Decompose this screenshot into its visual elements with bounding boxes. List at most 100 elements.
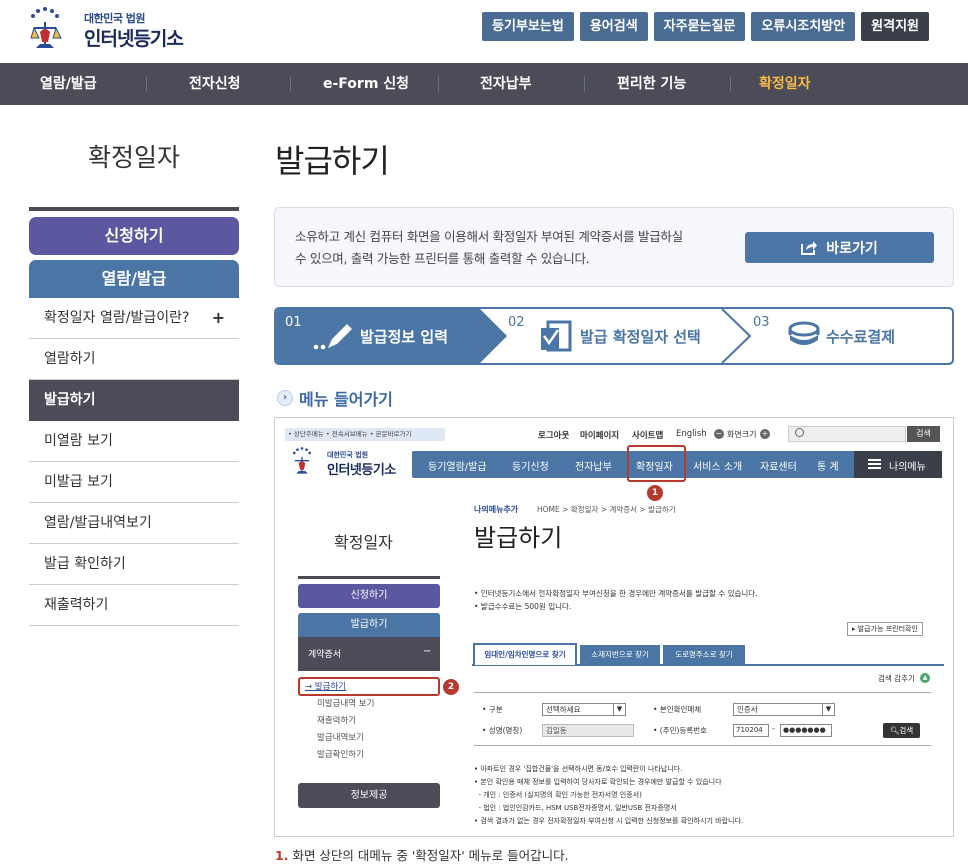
mini-form-label: • 구분: [482, 705, 503, 714]
gnb-item-e-payment[interactable]: 전자납부: [480, 63, 532, 105]
info-box: 소유하고 계신 컴퓨터 화면을 이용해서 확정일자 부여된 계약증서를 발급하실…: [274, 207, 954, 287]
mini-notice: • 인터넷등기소에서 전자확정일자 부여신청을 한 경우에만 계약증서를 발급할…: [474, 589, 758, 598]
mini-form-label: • (주민)등록번호: [653, 726, 708, 735]
gnb-item-convenience[interactable]: 편리한 기능: [617, 63, 686, 105]
step-marker: 1: [647, 485, 663, 501]
step-number: 02: [508, 315, 525, 330]
main-navigation: 열람/발급 전자신청 e-Form 신청 전자납부 편리한 기능 확정일자: [0, 63, 968, 105]
util-sitemap: 사이트맵: [632, 431, 664, 441]
gnb-item-eform[interactable]: e-Form 신청: [323, 63, 409, 105]
mini-fold-label: 검색 감추기: [878, 674, 915, 683]
coins-icon: [788, 321, 820, 345]
mini-notice: • 발급수수료는 500원 입니다.: [474, 602, 572, 611]
mini-reg-dash: -: [772, 724, 775, 733]
mini-page-title: 발급하기: [474, 524, 563, 552]
utility-buttons: 등기부보는법 용어검색 자주묻는질문 오류시조치방안 원격지원: [482, 12, 929, 41]
info-text: 소유하고 계신 컴퓨터 화면을 이용해서 확정일자 부여된 계약증서를 발급하실…: [295, 226, 735, 270]
step-label: 수수료결제: [826, 328, 896, 346]
guide-button[interactable]: 등기부보는법: [482, 12, 574, 41]
sidebar-item-history[interactable]: 열람/발급내역보기: [29, 503, 239, 544]
mini-gnb-item: 등기신청: [512, 462, 549, 473]
mini-search-form: [474, 692, 931, 746]
site-logo[interactable]: 대한민국 법원 인터넷등기소: [28, 4, 198, 54]
chevron-up-icon: ▲: [920, 673, 930, 683]
chevron-down-icon: ▼: [613, 704, 625, 715]
sidebar-view-issue-button[interactable]: 열람/발급: [29, 260, 239, 298]
mini-reg-back: ●●●●●●●: [780, 724, 832, 737]
go-button-label: 바로가기: [826, 240, 878, 257]
mini-form-search-label: 검색: [899, 726, 914, 735]
mini-side-apply: 신청하기: [298, 584, 440, 608]
mini-side-contract-label: 계약증서: [308, 650, 342, 660]
zoom-in-icon: +: [760, 429, 770, 439]
gnb-item-e-application[interactable]: 전자신청: [189, 63, 241, 105]
mini-tab: 도로명주소로 찾기: [663, 645, 745, 665]
zoom-label: 화면크기: [727, 430, 757, 439]
guide-screenshot: • 상단주메뉴 • 전속서브메뉴 • 본문바로가기 로그아웃 마이페이지 사이트…: [274, 417, 954, 837]
glossary-button[interactable]: 용어검색: [579, 12, 648, 41]
chevron-right-icon: ›: [277, 390, 293, 406]
faq-button[interactable]: 자주묻는질문: [653, 12, 746, 41]
mini-form-search-button: 🔍︎검색: [883, 723, 920, 738]
menu-enter-heading: › 메뉴 들어가기: [277, 386, 393, 410]
search-icon: 🔍︎: [889, 726, 900, 735]
menu-enter-label: 메뉴 들어가기: [299, 390, 393, 409]
gnb-divider: [290, 76, 291, 92]
sidebar-item-label: 확정일자 열람/발급이란?: [44, 310, 190, 326]
mini-logo-title: 인터넷등기소: [327, 463, 396, 478]
mini-side-issue: 발급하기: [298, 613, 440, 637]
sidebar-item-unissued[interactable]: 미발급 보기: [29, 462, 239, 503]
highlight-box: [627, 445, 686, 482]
go-shortcut-button[interactable]: 바로가기: [745, 232, 934, 263]
sidebar-apply-button[interactable]: 신청하기: [29, 217, 239, 255]
step-number: 01: [285, 315, 302, 330]
mini-search-button: 검색: [907, 426, 940, 442]
mini-note: - 개인 : 인증서 (실지명의 확인 가능한 전자서명 인증서): [474, 791, 642, 799]
plus-icon: +: [211, 308, 225, 327]
gnb-divider: [584, 76, 585, 92]
step-marker: 2: [443, 679, 459, 695]
gnb-divider: [730, 76, 731, 92]
mini-search-input: [788, 426, 906, 442]
mini-side-item: 발급확인하기: [317, 750, 364, 760]
sidebar-item-reprint[interactable]: 재출력하기: [29, 585, 239, 626]
hamburger-icon: [868, 459, 881, 469]
sidebar-item-verify[interactable]: 발급 확인하기: [29, 544, 239, 585]
mini-gnb-item: 자료센터: [760, 462, 797, 473]
minus-icon: −: [423, 646, 432, 657]
mini-note: - 법인 : 법인인감카드, HSM USB전자증명서, 일반USB 전자증명서: [474, 804, 677, 812]
mini-note: • 아파트인 경우 '집합건물'을 선택하시면 동/호수 입력란이 나타납니다.: [474, 765, 683, 773]
mini-side-item: 재출력하기: [317, 716, 357, 726]
mini-side-title: 확정일자: [334, 533, 393, 552]
pencil-icon: [313, 324, 352, 350]
gnb-divider: [146, 76, 147, 92]
gnb-item-fixed-date[interactable]: 확정일자: [759, 63, 811, 105]
step-indicator: 01 발급정보 입력 02 발급 확정일자 선택 03 수수료결제: [274, 307, 954, 365]
sidebar-divider: [29, 207, 239, 211]
mini-side-info: 정보제공: [298, 783, 440, 808]
sidebar-item-view[interactable]: 열람하기: [29, 339, 239, 380]
step-number: 03: [753, 315, 770, 330]
sidebar-title: 확정일자: [87, 143, 180, 172]
sidebar-menu: 확정일자 열람/발급이란? + 열람하기 발급하기 미열람 보기 미발급 보기 …: [29, 298, 239, 626]
mini-side-item: 미발급내역 보기: [317, 699, 375, 709]
util-english: English: [676, 429, 707, 439]
sidebar-item-unviewed[interactable]: 미열람 보기: [29, 421, 239, 462]
gnb-item-view-issue[interactable]: 열람/발급: [40, 63, 97, 105]
mini-gnb-item: 서비스 소개: [693, 462, 743, 473]
error-help-button[interactable]: 오류시조치방안: [751, 12, 856, 41]
caption-number: 1.: [275, 848, 289, 863]
mini-gnb-item: 통 계: [817, 462, 839, 473]
court-emblem-icon: [292, 447, 312, 474]
mini-tab: 임대인/임차인명으로 찾기: [473, 643, 577, 665]
sidebar-item-about[interactable]: 확정일자 열람/발급이란? +: [29, 298, 239, 339]
remote-support-button[interactable]: 원격지원: [861, 12, 929, 41]
caption-text: 화면 상단의 대메뉴 중 '확정일자' 메뉴로 들어갑니다.: [292, 848, 569, 863]
zoom-out-icon: −: [714, 429, 724, 439]
info-line: 소유하고 계신 컴퓨터 화면을 이용해서 확정일자 부여된 계약증서를 발급하실: [295, 229, 683, 244]
sidebar-item-issue[interactable]: 발급하기: [29, 380, 239, 421]
court-emblem-icon: [30, 7, 62, 48]
mini-gnb-item: 등기열람/발급: [428, 462, 487, 473]
util-mypage: 마이페이지: [580, 431, 620, 441]
util-logout: 로그아웃: [538, 431, 570, 441]
